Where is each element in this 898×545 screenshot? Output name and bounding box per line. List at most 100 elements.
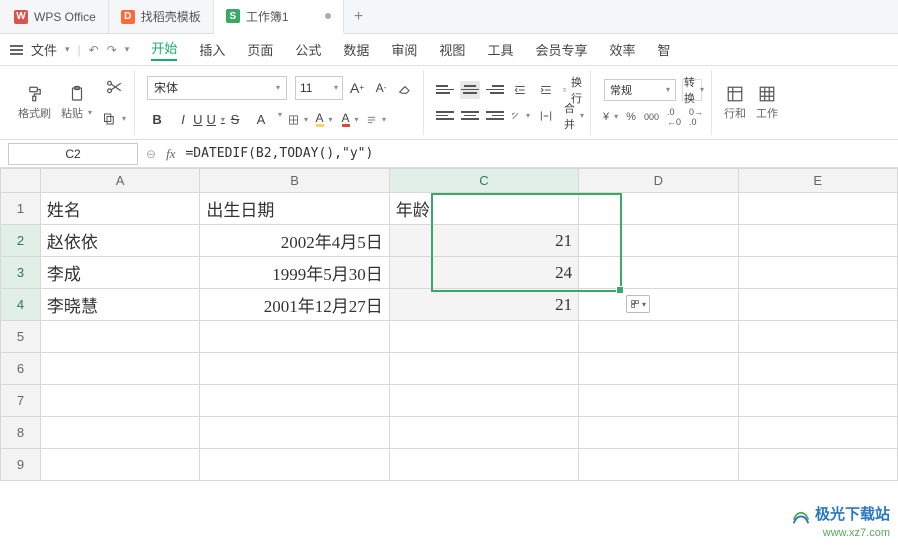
decrease-decimal-button[interactable]: 0→.0: [689, 107, 703, 127]
paste-button[interactable]: 粘贴▾: [61, 85, 92, 121]
menu-tools[interactable]: 工具: [487, 40, 513, 59]
cell-b2[interactable]: 2002年4月5日: [200, 225, 389, 257]
cell-d1[interactable]: [579, 193, 738, 225]
decrease-font-button[interactable]: A-: [371, 78, 391, 98]
undo-icon[interactable]: ↶: [89, 43, 99, 57]
currency-button[interactable]: ¥▾: [603, 111, 618, 123]
redo-icon[interactable]: ↷: [107, 43, 117, 57]
cut-button[interactable]: [102, 75, 126, 99]
cell[interactable]: [738, 449, 897, 481]
cell-a2[interactable]: 赵依依: [40, 225, 199, 257]
col-header-a[interactable]: A: [40, 169, 199, 193]
menu-insert[interactable]: 插入: [199, 40, 225, 59]
bold-button[interactable]: B: [147, 110, 167, 130]
cell-d4[interactable]: [579, 289, 738, 321]
clear-format-button[interactable]: [395, 78, 415, 98]
cell-c3[interactable]: 24: [389, 257, 578, 289]
cell[interactable]: [40, 385, 199, 417]
increase-font-button[interactable]: A+: [347, 78, 367, 98]
cell-c2[interactable]: 21: [389, 225, 578, 257]
cell[interactable]: [40, 321, 199, 353]
cell[interactable]: [389, 449, 578, 481]
tab-templates[interactable]: D 找稻壳模板: [109, 0, 214, 33]
menu-view[interactable]: 视图: [439, 40, 465, 59]
cell[interactable]: [200, 449, 389, 481]
col-header-e[interactable]: E: [738, 169, 897, 193]
select-all-corner[interactable]: [1, 169, 41, 193]
fx-icon[interactable]: fx: [166, 146, 175, 162]
cell-e4[interactable]: [738, 289, 897, 321]
cell[interactable]: [579, 321, 738, 353]
cell[interactable]: [40, 353, 199, 385]
align-top-left[interactable]: [436, 81, 456, 99]
row-col-button[interactable]: 行和: [724, 85, 746, 121]
phonetic-button[interactable]: ▾: [366, 110, 386, 130]
menu-data[interactable]: 数据: [343, 40, 369, 59]
menu-file[interactable]: 文件: [31, 40, 57, 59]
row-header-8[interactable]: 8: [1, 417, 41, 449]
thousand-button[interactable]: 000: [644, 112, 659, 122]
cell-d2[interactable]: [579, 225, 738, 257]
cell[interactable]: [738, 353, 897, 385]
chevron-down-icon[interactable]: ▾: [65, 44, 70, 55]
menu-efficiency[interactable]: 效率: [609, 40, 635, 59]
increase-decimal-button[interactable]: .0←0: [667, 107, 681, 127]
cancel-formula-icon[interactable]: ⊖: [146, 147, 156, 161]
cell[interactable]: [579, 385, 738, 417]
align-top-center[interactable]: [460, 81, 480, 99]
number-format-select[interactable]: 常规 ▾: [604, 79, 676, 101]
row-header-5[interactable]: 5: [1, 321, 41, 353]
new-tab-button[interactable]: +: [344, 0, 374, 33]
autofill-options-button[interactable]: ▾: [626, 295, 650, 313]
cell[interactable]: [579, 353, 738, 385]
cell-c4[interactable]: 21: [389, 289, 578, 321]
cell[interactable]: [200, 353, 389, 385]
cell[interactable]: [579, 449, 738, 481]
row-header-1[interactable]: 1: [1, 193, 41, 225]
cell-c1[interactable]: 年龄: [389, 193, 578, 225]
row-header-6[interactable]: 6: [1, 353, 41, 385]
font-size-select[interactable]: 11 ▾: [295, 76, 343, 100]
cell[interactable]: [200, 321, 389, 353]
merge-cells-button[interactable]: 合并▾: [562, 106, 582, 126]
font-color-button[interactable]: A▾: [340, 110, 360, 130]
menu-formula[interactable]: 公式: [295, 40, 321, 59]
copy-button[interactable]: ▾: [102, 107, 126, 131]
row-header-9[interactable]: 9: [1, 449, 41, 481]
strikethrough-button[interactable]: S: [225, 110, 245, 130]
name-box[interactable]: C2: [8, 143, 138, 165]
cell-b1[interactable]: 出生日期: [200, 193, 389, 225]
cell-a3[interactable]: 李成: [40, 257, 199, 289]
font-style-button[interactable]: A: [251, 110, 271, 130]
wrap-text-button[interactable]: 换行: [562, 80, 582, 100]
cell[interactable]: [738, 321, 897, 353]
cell-e2[interactable]: [738, 225, 897, 257]
cell-e3[interactable]: [738, 257, 897, 289]
more-qat-icon[interactable]: ▾: [125, 44, 130, 55]
cell[interactable]: [738, 385, 897, 417]
tab-wps-home[interactable]: W WPS Office: [2, 0, 109, 33]
row-header-3[interactable]: 3: [1, 257, 41, 289]
menu-page[interactable]: 页面: [247, 40, 273, 59]
align-top-right[interactable]: [484, 81, 504, 99]
cell[interactable]: [389, 417, 578, 449]
hamburger-icon[interactable]: [10, 45, 23, 55]
formula-input[interactable]: [185, 146, 890, 161]
cell[interactable]: [40, 417, 199, 449]
col-header-b[interactable]: B: [200, 169, 389, 193]
percent-button[interactable]: %: [626, 111, 636, 123]
highlight-color-button[interactable]: A▾: [314, 110, 334, 130]
menu-start[interactable]: 开始: [151, 38, 177, 61]
indent-increase-button[interactable]: [536, 80, 556, 100]
underline-button[interactable]: UU▾: [199, 110, 219, 130]
tab-workbook-1[interactable]: S 工作簿1: [214, 0, 344, 34]
cell-d3[interactable]: [579, 257, 738, 289]
cell[interactable]: [200, 417, 389, 449]
cell[interactable]: [389, 353, 578, 385]
orientation-button[interactable]: ▾: [510, 106, 530, 126]
menu-smart[interactable]: 智: [657, 40, 670, 59]
italic-button[interactable]: I: [173, 110, 193, 130]
row-header-7[interactable]: 7: [1, 385, 41, 417]
align-right[interactable]: [484, 107, 504, 125]
cell[interactable]: [389, 321, 578, 353]
